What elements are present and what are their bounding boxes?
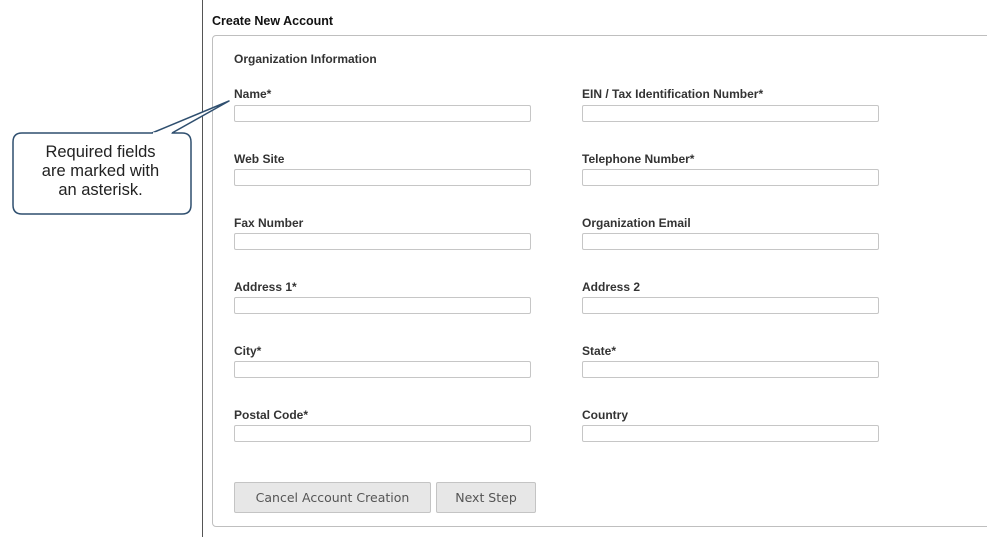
callout-line: are marked with (41, 162, 160, 180)
address-1-label: Address 1* (234, 280, 297, 294)
organization-email-label: Organization Email (582, 216, 691, 230)
state-label: State* (582, 344, 617, 358)
country-label: Country (582, 408, 628, 422)
address-2-input[interactable] (582, 297, 879, 314)
city-input[interactable] (234, 361, 531, 378)
callout-pointer (151, 100, 230, 135)
callout-line: an asterisk. (58, 181, 143, 199)
city-label: City* (234, 344, 262, 358)
organization-email-input[interactable] (582, 233, 879, 250)
page-divider (202, 0, 203, 537)
postal-code-input[interactable] (234, 425, 531, 442)
web-site-label: Web Site (234, 152, 285, 166)
address-1-input[interactable] (234, 297, 531, 314)
name-input[interactable] (234, 105, 531, 122)
page-title: Create New Account (212, 14, 334, 28)
callout-line: Required fields (45, 143, 156, 161)
telephone-input[interactable] (582, 169, 879, 186)
cancel-account-creation-button[interactable]: Cancel Account Creation (234, 482, 431, 513)
ein-input[interactable] (582, 105, 879, 122)
web-site-input[interactable] (234, 169, 531, 186)
callout-text: Required fields are marked with an aster… (8, 143, 193, 200)
postal-code-label: Postal Code* (234, 408, 309, 422)
fax-input[interactable] (234, 233, 531, 250)
ein-label: EIN / Tax Identification Number* (582, 87, 764, 101)
country-input[interactable] (582, 425, 879, 442)
address-2-label: Address 2 (582, 280, 641, 294)
name-label: Name* (234, 87, 272, 101)
fax-label: Fax Number (234, 216, 304, 230)
next-step-button[interactable]: Next Step (436, 482, 536, 513)
page: Create New Account Organization Informat… (0, 0, 987, 537)
telephone-label: Telephone Number* (582, 152, 695, 166)
state-input[interactable] (582, 361, 879, 378)
section-title: Organization Information (234, 52, 377, 66)
